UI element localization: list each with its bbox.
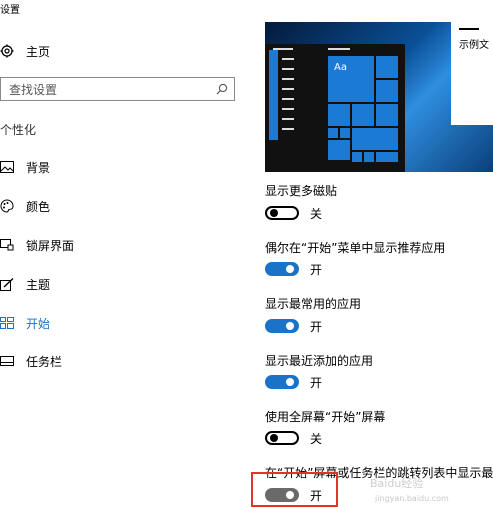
toggle-state: 关 bbox=[310, 206, 323, 221]
setting-toggle-recently-added[interactable]: 开 bbox=[265, 373, 322, 391]
sidebar-item-colors[interactable]: 颜色 bbox=[0, 196, 50, 216]
toggle-state: 开 bbox=[310, 319, 323, 334]
setting-label: 偶尔在“开始”菜单中显示推荐应用 bbox=[265, 241, 446, 255]
setting-toggle-fullscreen-start[interactable]: 关 bbox=[265, 429, 322, 447]
setting-toggle-more-tiles[interactable]: 关 bbox=[265, 204, 322, 222]
sidebar-home[interactable]: 主页 bbox=[0, 41, 50, 61]
red-highlight-box bbox=[251, 472, 338, 507]
gear-icon bbox=[0, 44, 14, 58]
sidebar-item-label: 颜色 bbox=[26, 199, 51, 214]
home-label: 主页 bbox=[26, 44, 51, 59]
start-tiles-icon bbox=[0, 316, 14, 330]
toggle-switch[interactable] bbox=[265, 206, 299, 220]
search-icon[interactable] bbox=[216, 83, 228, 95]
sidebar-item-label: 锁屏界面 bbox=[26, 238, 75, 253]
sidebar-item-themes[interactable]: 主题 bbox=[0, 274, 50, 294]
window-title: 设置 bbox=[0, 5, 20, 16]
preview-tile-text: Aa bbox=[334, 62, 347, 73]
setting-label: 显示最常用的应用 bbox=[265, 297, 362, 311]
sidebar-item-background[interactable]: 背景 bbox=[0, 157, 50, 177]
toggle-switch[interactable] bbox=[265, 319, 299, 333]
sidebar-item-taskbar[interactable]: 任务栏 bbox=[0, 351, 62, 371]
picture-icon bbox=[0, 160, 14, 174]
setting-label: 显示最近添加的应用 bbox=[265, 354, 374, 368]
taskbar-icon bbox=[0, 354, 14, 368]
search-placeholder: 查找设置 bbox=[9, 82, 58, 97]
setting-toggle-suggestions[interactable]: 开 bbox=[265, 260, 322, 278]
section-title: 个性化 bbox=[0, 123, 37, 137]
palette-icon bbox=[0, 199, 14, 213]
toggle-state: 关 bbox=[310, 431, 323, 446]
toggle-switch[interactable] bbox=[265, 262, 299, 276]
sample-window: 示例文 bbox=[451, 22, 493, 125]
search-input[interactable]: 查找设置 bbox=[0, 77, 235, 101]
watermark: Baidu经验 bbox=[370, 477, 424, 490]
theme-brush-icon bbox=[0, 277, 14, 291]
sample-text: 示例文 bbox=[459, 40, 489, 51]
sidebar-item-label: 背景 bbox=[26, 160, 51, 175]
lock-screen-icon bbox=[0, 238, 14, 252]
sidebar-item-label: 主题 bbox=[26, 277, 51, 292]
toggle-switch[interactable] bbox=[265, 431, 299, 445]
preview-tile-aa: Aa bbox=[328, 56, 374, 102]
toggle-switch[interactable] bbox=[265, 375, 299, 389]
watermark-url: jingyan.baidu.com bbox=[375, 494, 449, 503]
setting-toggle-most-used[interactable]: 开 bbox=[265, 317, 322, 335]
setting-label: 显示更多磁贴 bbox=[265, 184, 338, 198]
sidebar-item-lockscreen[interactable]: 锁屏界面 bbox=[0, 235, 74, 255]
setting-label: 使用全屏幕“开始”屏幕 bbox=[265, 410, 386, 424]
toggle-state: 开 bbox=[310, 375, 323, 390]
sidebar-item-label: 任务栏 bbox=[26, 354, 63, 369]
toggle-state: 开 bbox=[310, 262, 323, 277]
sidebar-item-label: 开始 bbox=[26, 316, 51, 331]
sidebar-item-start[interactable]: 开始 bbox=[0, 313, 50, 333]
